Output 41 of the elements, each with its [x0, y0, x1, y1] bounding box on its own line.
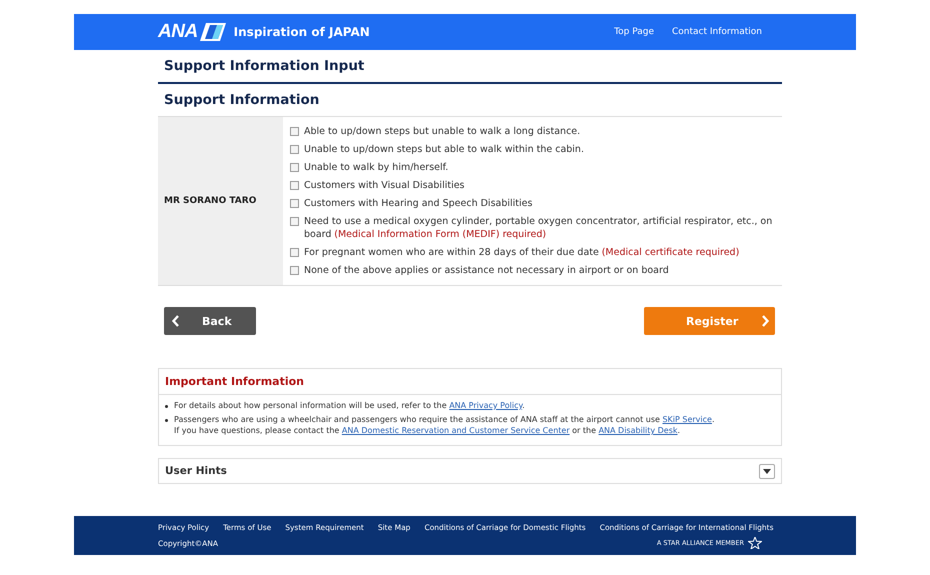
caret-icon	[763, 468, 771, 474]
passenger-name: MR SORANO TARO	[164, 196, 256, 206]
header-link[interactable]: Top Page	[614, 27, 654, 37]
option-label: Unable to walk by him/herself.	[304, 161, 448, 174]
info-link[interactable]: SKiP Service	[662, 415, 712, 424]
info-text: If you have questions, please contact the ANA Domestic Reservation and Customer Service Center or the ANA Disability Desk.	[174, 425, 682, 436]
bullet-icon	[165, 405, 168, 408]
info-link[interactable]: ANA Privacy Policy	[449, 401, 522, 410]
info-link[interactable]: ANA Disability Desk	[598, 426, 678, 435]
option-label: Customers with Hearing and Speech Disabilities	[304, 197, 532, 210]
checkbox[interactable]	[290, 163, 299, 172]
option-label: Able to up/down steps but unable to walk a long distance.	[304, 125, 580, 138]
tagline: Inspiration of JAPAN	[234, 25, 370, 39]
chevron-left-icon	[172, 315, 180, 327]
checkbox[interactable]	[290, 181, 299, 190]
option-label: Customers with Visual Disabilities	[304, 179, 465, 192]
info-text: Passengers who are using a wheelchair and passengers who require the assistance of ANA staff at the airport cannot use SKiP Service.	[174, 414, 714, 425]
checkbox[interactable]	[290, 248, 299, 257]
info-link[interactable]: ANA Domestic Reservation and Customer Service Center	[342, 426, 570, 435]
bullet-icon	[165, 419, 168, 422]
option-label: Unable to up/down steps but able to walk within the cabin.	[304, 143, 584, 156]
back-button[interactable]: Back	[164, 307, 256, 335]
page-title: Support Information Input	[158, 50, 782, 84]
checkbox[interactable]	[290, 266, 299, 275]
option-label: Need to use a medical oxygen cylinder, portable oxygen concentrator, artificial respirator, etc., on board (Medical Information Form (MEDIF) required)	[304, 215, 774, 241]
checkbox[interactable]	[290, 145, 299, 154]
checkbox[interactable]	[290, 127, 299, 136]
checkbox[interactable]	[290, 199, 299, 208]
logo-stripe-icon	[200, 23, 226, 41]
star-icon	[748, 537, 762, 549]
chevron-right-icon	[761, 315, 769, 327]
section-title: Support Information	[163, 91, 320, 110]
checkbox[interactable]	[290, 217, 299, 226]
important-info-title: Important Information	[159, 369, 781, 395]
logo-text: ANA	[158, 21, 198, 43]
expand-toggle[interactable]	[759, 464, 775, 478]
user-hints-title: User Hints	[165, 465, 227, 477]
option-label: For pregnant women who are within 28 days of their due date (Medical certificate required)	[304, 246, 740, 259]
option-label: None of the above applies or assistance not necessary in airport or on board	[304, 264, 669, 277]
info-text: For details about how personal information will be used, refer to the ANA Privacy Policy.	[174, 400, 525, 411]
header-link[interactable]: Contact Information	[672, 27, 762, 37]
